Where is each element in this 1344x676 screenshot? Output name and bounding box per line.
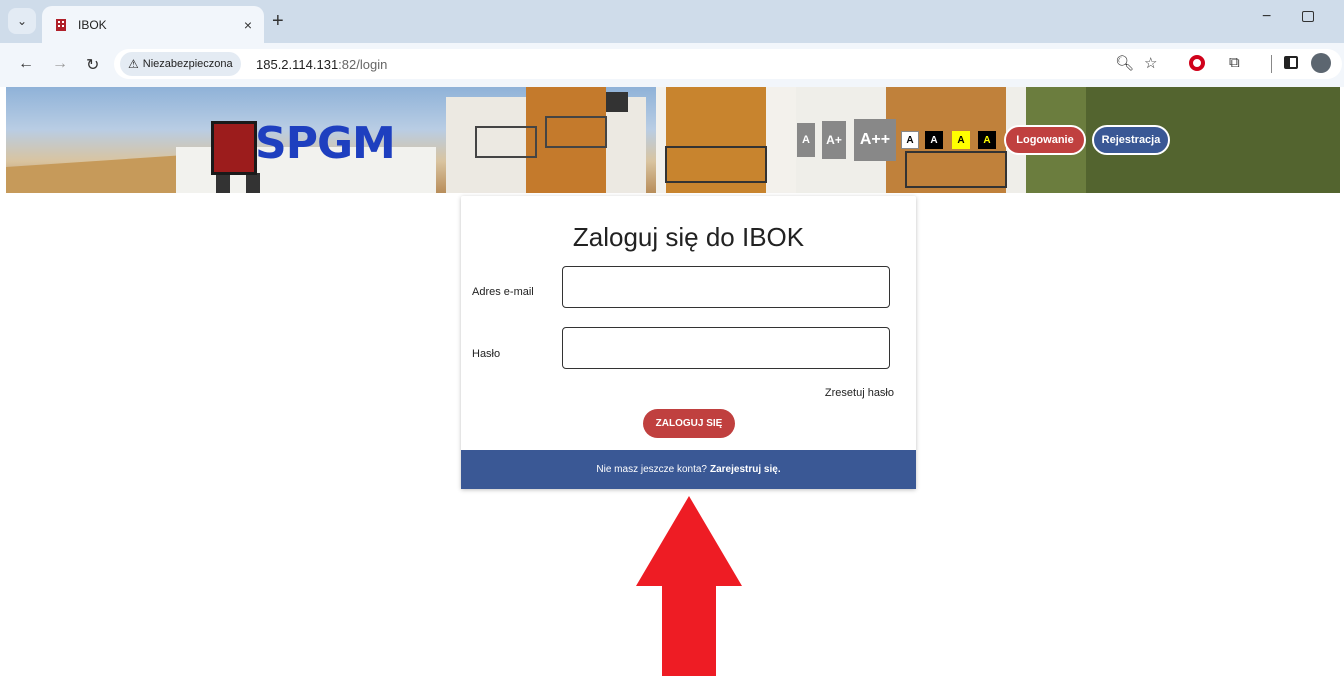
url-host: 185.2.114.131: [256, 57, 339, 72]
sidepanel-icon[interactable]: [1284, 56, 1298, 69]
tab-search-button[interactable]: ⌄: [8, 8, 36, 34]
zoom-icon[interactable]: 🔍︎: [1115, 54, 1134, 72]
warning-icon: ⚠: [128, 57, 139, 71]
logo-building-icon: [211, 121, 257, 175]
reset-password-link[interactable]: Zresetuj hasło: [825, 387, 894, 399]
font-size-larger-button[interactable]: A+: [822, 121, 846, 159]
password-field[interactable]: [562, 327, 890, 369]
page-title: Zaloguj się do IBOK: [572, 222, 805, 252]
register-link[interactable]: Zarejestruj się.: [710, 464, 781, 475]
minimize-button[interactable]: −: [1262, 8, 1271, 26]
reload-icon[interactable]: ↻: [86, 55, 99, 75]
chevron-down-icon: ⌄: [16, 14, 28, 28]
contrast-black-yellow-button[interactable]: A: [978, 131, 996, 149]
extensions-icon[interactable]: ⧉: [1229, 54, 1240, 71]
favicon-icon: [56, 18, 66, 31]
register-footer: Nie masz jeszcze konta? Zarejestruj się.: [461, 450, 916, 489]
register-prompt: Nie masz jeszcze konta?: [596, 464, 707, 475]
url-path: :82/login: [338, 57, 388, 72]
register-nav-button[interactable]: Rejestracja: [1092, 125, 1170, 155]
tab-title: IBOK: [78, 17, 107, 32]
email-field[interactable]: [562, 266, 890, 308]
new-tab-button[interactable]: +: [272, 10, 284, 33]
font-size-normal-button[interactable]: A: [797, 123, 815, 157]
login-submit-button[interactable]: ZALOGUJ SIĘ: [643, 409, 735, 438]
login-nav-button[interactable]: Logowanie: [1004, 125, 1086, 155]
logo[interactable]: SPGM: [255, 118, 396, 169]
restore-button[interactable]: [1302, 11, 1314, 22]
email-label: Adres e-mail: [472, 286, 534, 298]
login-card: Zaloguj się do IBOK Adres e-mail Hasło Z…: [461, 196, 916, 489]
font-size-largest-button[interactable]: A++: [854, 119, 896, 161]
arrow-up-icon: [636, 496, 742, 676]
profile-icon[interactable]: [1311, 53, 1331, 73]
tab-ibok[interactable]: IBOK ×: [42, 6, 264, 43]
back-icon[interactable]: ←: [18, 55, 34, 73]
tab-strip: ⌄ IBOK × + −: [0, 0, 1344, 43]
contrast-yellow-black-button[interactable]: A: [952, 131, 970, 149]
tab-close-icon[interactable]: ×: [244, 17, 252, 33]
toolbar-divider: [1271, 55, 1272, 73]
forward-icon[interactable]: →: [52, 55, 68, 73]
security-label: Niezabezpieczona: [142, 58, 233, 70]
star-icon[interactable]: ☆: [1144, 54, 1157, 72]
security-chip[interactable]: ⚠ Niezabezpieczona: [120, 52, 241, 76]
opera-icon[interactable]: [1189, 55, 1205, 71]
contrast-default-button[interactable]: A: [901, 131, 919, 149]
url-text[interactable]: 185.2.114.131:82/login: [256, 57, 387, 72]
password-label: Hasło: [472, 348, 501, 360]
contrast-black-white-button[interactable]: A: [925, 131, 943, 149]
